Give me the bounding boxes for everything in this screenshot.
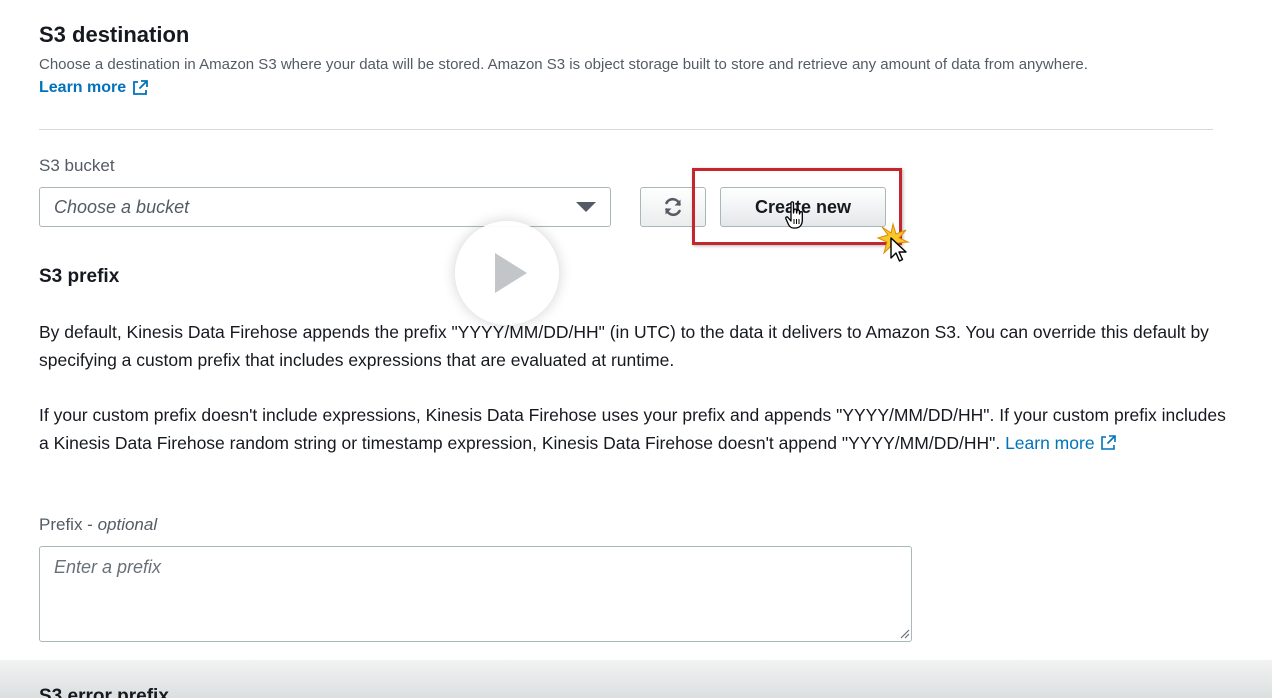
section-description: Choose a destination in Amazon S3 where … (39, 56, 1088, 73)
s3-prefix-heading: S3 prefix (39, 266, 120, 287)
bottom-bar: S3 error prefix (0, 660, 1272, 698)
section-title: S3 destination (39, 22, 190, 47)
bucket-label: S3 bucket (39, 156, 115, 175)
refresh-icon (665, 197, 681, 217)
caret-down-icon (576, 202, 596, 212)
bucket-select[interactable]: Choose a bucket (39, 187, 611, 227)
prefix-paragraph-custom: If your custom prefix doesn't include ex… (39, 401, 1229, 457)
video-play-button[interactable] (455, 221, 559, 325)
s3-error-prefix-heading: S3 error prefix (39, 686, 169, 698)
external-link-icon (1100, 435, 1116, 450)
arrow-cursor-icon (890, 237, 907, 262)
refresh-button[interactable] (640, 187, 706, 227)
page: S3 destination Choose a destination in A… (0, 0, 1272, 698)
create-new-button[interactable]: Create new (720, 187, 886, 227)
learn-more-link[interactable]: Learn more (39, 79, 149, 97)
prefix-paragraph-default: By default, Kinesis Data Firehose append… (39, 322, 1209, 370)
external-link-icon (133, 80, 149, 95)
prefix-learn-more-link[interactable]: Learn more (1005, 429, 1117, 457)
prefix-optional-label: optional (97, 515, 158, 534)
prefix-input[interactable] (39, 546, 912, 642)
play-icon (495, 253, 527, 293)
click-burst-icon (876, 222, 910, 255)
learn-more-label: Learn more (39, 79, 127, 96)
bucket-select-placeholder: Choose a bucket (54, 196, 190, 217)
section-divider (39, 129, 1213, 130)
prefix-field-label: Prefix - optional (39, 515, 157, 535)
prefix-learn-more-label: Learn more (1005, 433, 1095, 453)
resize-grip-icon[interactable] (898, 627, 910, 639)
prefix-label-text: Prefix - (39, 515, 98, 534)
